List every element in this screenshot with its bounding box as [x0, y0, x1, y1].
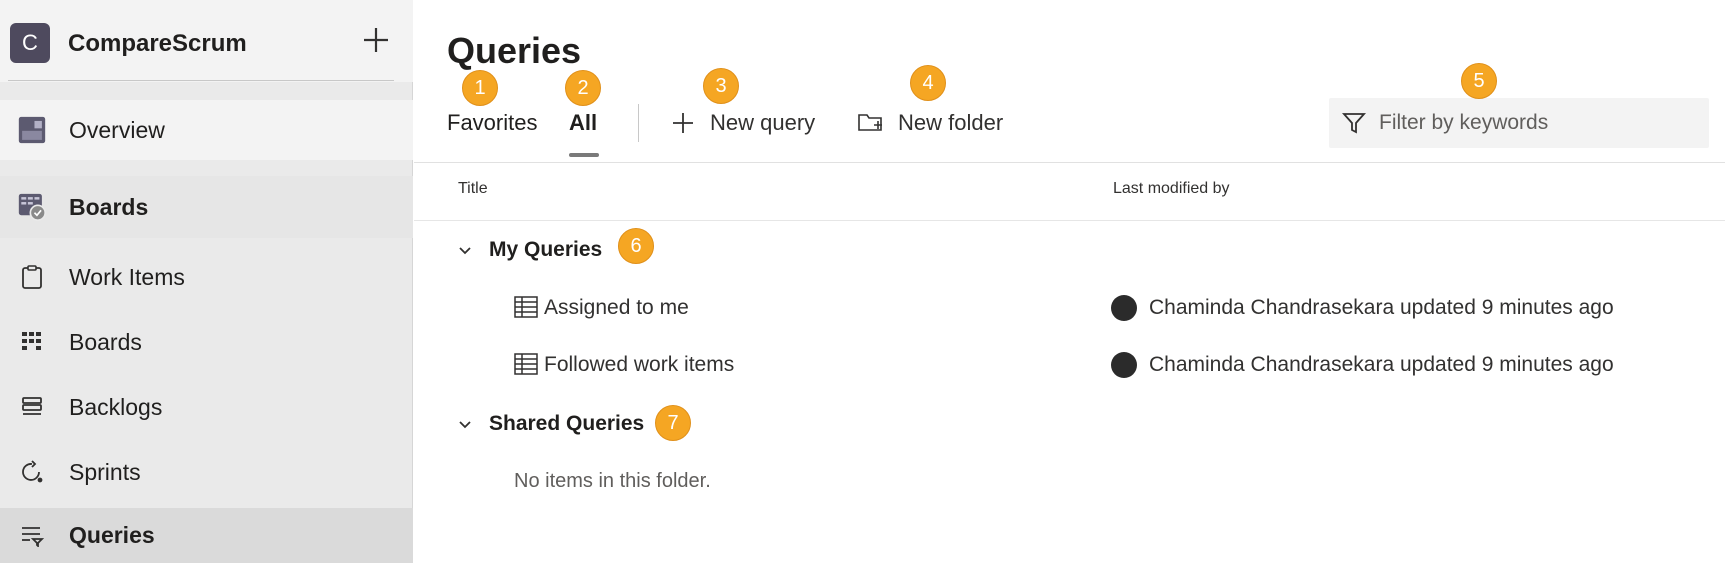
- last-modified-text: Chaminda Chandrasekara updated 9 minutes…: [1149, 296, 1614, 319]
- sidebar-item-queries[interactable]: Queries: [0, 508, 413, 563]
- plus-icon: [668, 108, 698, 138]
- empty-folder-message: No items in this folder.: [514, 470, 711, 492]
- table-row[interactable]: Assigned to me Chaminda Chandrasekara up…: [414, 286, 1725, 330]
- avatar: [1111, 352, 1137, 378]
- chevron-down-icon[interactable]: [456, 241, 474, 259]
- callout-badge: 2: [565, 70, 601, 106]
- last-modified-text: Chaminda Chandrasekara updated 9 minutes…: [1149, 353, 1614, 376]
- divider: [414, 162, 1725, 163]
- filter-funnel-icon: [1341, 110, 1367, 136]
- sidebar-item-label: Boards: [69, 193, 149, 220]
- sidebar-item-overview[interactable]: Overview: [0, 100, 413, 160]
- sidebar-item-sprints[interactable]: Sprints: [0, 443, 413, 501]
- query-title[interactable]: Followed work items: [544, 353, 734, 377]
- sidebar-item-label: Sprints: [69, 458, 141, 485]
- tab-separator: [638, 104, 639, 142]
- new-query-button[interactable]: New query: [668, 104, 815, 142]
- sidebar: C CompareScrum Overview Boards Work Item…: [0, 0, 413, 563]
- filter-input[interactable]: [1379, 98, 1699, 148]
- column-header-last-modified[interactable]: Last modified by: [1113, 180, 1230, 198]
- sidebar-item-backlogs[interactable]: Backlogs: [0, 378, 413, 436]
- callout-badge: 7: [655, 405, 691, 441]
- page-title: Queries: [447, 30, 582, 71]
- sidebar-item-work-items[interactable]: Work Items: [0, 248, 413, 306]
- divider: [414, 220, 1725, 221]
- folder-label: My Queries: [489, 238, 603, 261]
- sidebar-item-boards[interactable]: Boards: [0, 313, 413, 371]
- new-query-label: New query: [710, 110, 816, 135]
- query-title[interactable]: Assigned to me: [544, 296, 689, 320]
- tab-all[interactable]: All: [569, 110, 597, 136]
- add-icon[interactable]: [358, 22, 394, 58]
- sprint-icon: [18, 458, 46, 486]
- tab-selected-indicator: [569, 153, 599, 157]
- project-avatar[interactable]: C: [10, 23, 50, 63]
- boards-hub-icon: [18, 193, 46, 221]
- clipboard-icon: [18, 263, 46, 291]
- board-grid-icon: [18, 328, 46, 356]
- table-row[interactable]: Followed work items Chaminda Chandraseka…: [414, 343, 1725, 387]
- avatar: [1111, 295, 1137, 321]
- folder-label: Shared Queries: [489, 412, 645, 435]
- callout-badge: 5: [1461, 63, 1497, 99]
- sidebar-item-label: Work Items: [69, 263, 185, 290]
- callout-badge: 4: [910, 65, 946, 101]
- callout-badge: 3: [703, 68, 739, 104]
- sidebar-item-boards-hub[interactable]: Boards: [0, 176, 413, 238]
- folder-shared-queries[interactable]: Shared Queries: [414, 404, 1725, 444]
- new-folder-label: New folder: [898, 110, 1004, 135]
- backlog-icon: [18, 393, 46, 421]
- folder-my-queries[interactable]: My Queries: [414, 230, 1725, 270]
- main-content: Queries Favorites All New query New fold…: [414, 0, 1725, 563]
- new-folder-icon: [856, 108, 886, 138]
- sidebar-item-label: Backlogs: [69, 393, 163, 420]
- sidebar-item-label: Boards: [69, 328, 142, 355]
- divider: [8, 80, 394, 81]
- query-table-icon: [514, 296, 538, 318]
- callout-badge: 1: [462, 70, 498, 106]
- query-table-icon: [514, 353, 538, 375]
- callout-badge: 6: [618, 228, 654, 264]
- overview-icon: [18, 116, 46, 144]
- chevron-down-icon[interactable]: [456, 415, 474, 433]
- new-folder-button[interactable]: New folder: [856, 104, 1003, 142]
- sidebar-item-label: Queries: [69, 522, 155, 548]
- project-name[interactable]: CompareScrum: [68, 30, 247, 58]
- project-header: C CompareScrum: [0, 0, 413, 82]
- column-header-title[interactable]: Title: [458, 180, 488, 198]
- sidebar-item-label: Overview: [69, 116, 165, 143]
- query-list-icon: [18, 522, 46, 550]
- filter-box[interactable]: [1329, 98, 1709, 148]
- tab-favorites[interactable]: Favorites: [447, 110, 537, 136]
